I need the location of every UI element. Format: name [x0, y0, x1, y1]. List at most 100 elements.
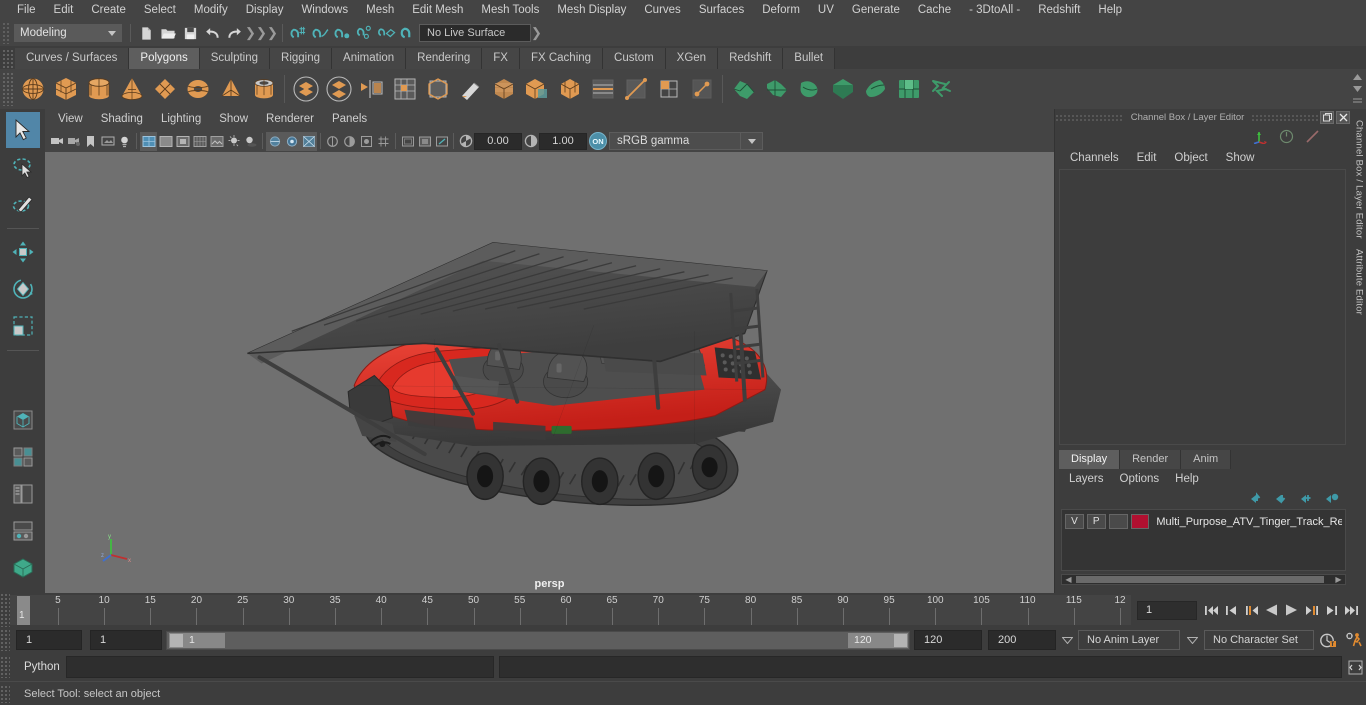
smooth-shade-selected-icon[interactable] [174, 132, 191, 151]
reduce-icon[interactable] [553, 72, 586, 106]
menu-mesh[interactable]: Mesh [357, 0, 403, 20]
save-scene-icon[interactable] [179, 22, 201, 44]
bookmarks-icon[interactable] [82, 132, 99, 151]
color-management-toggle[interactable]: ON [587, 132, 609, 151]
shelf-tab-custom[interactable]: Custom [603, 48, 666, 69]
unfold-uv-icon[interactable] [859, 72, 892, 106]
menu-surfaces[interactable]: Surfaces [690, 0, 753, 20]
poly-cone-icon[interactable] [115, 72, 148, 106]
script-editor-icon[interactable] [1344, 660, 1366, 675]
use-all-lights-icon[interactable] [225, 132, 242, 151]
viewport-menu-show[interactable]: Show [210, 110, 257, 129]
command-input-field[interactable] [66, 656, 494, 678]
shelf-tab-sculpting[interactable]: Sculpting [199, 48, 271, 69]
shelf-icons-grip[interactable] [2, 72, 13, 106]
shelf-tab-redshift[interactable]: Redshift [718, 48, 784, 69]
step-back-frame-icon[interactable] [1223, 600, 1240, 620]
gamma-field[interactable]: 1.00 [539, 132, 587, 150]
layout-single-icon[interactable] [6, 402, 40, 438]
insert-edge-loop-icon[interactable] [586, 72, 619, 106]
selection-mask-object-icon[interactable]: ❯ [256, 23, 267, 43]
image-plane-icon[interactable] [99, 132, 116, 151]
auto-uv-icon[interactable] [760, 72, 793, 106]
menu-3dtoall[interactable]: - 3DtoAll - [960, 0, 1029, 20]
target-weld-icon[interactable] [685, 72, 718, 106]
playback-start-field[interactable]: 1 [90, 630, 162, 650]
new-layer-from-selected-icon[interactable] [1325, 492, 1340, 504]
shelf-grip[interactable] [2, 49, 13, 69]
menu-set-dropdown-arrow[interactable] [102, 24, 122, 42]
menu-cache[interactable]: Cache [909, 0, 960, 20]
slash-icon[interactable] [1305, 129, 1320, 144]
layer-menu-layers[interactable]: Layers [1061, 470, 1112, 488]
move-tool[interactable] [6, 234, 40, 270]
go-to-start-icon[interactable] [1203, 600, 1220, 620]
layer-shading-toggle[interactable] [1108, 514, 1128, 529]
exposure-field[interactable]: 0.00 [474, 132, 522, 150]
xray-joints-icon[interactable] [283, 131, 300, 151]
lasso-select-tool[interactable] [6, 149, 40, 185]
smooth-shade-all-icon[interactable] [157, 132, 174, 151]
xray-active-components-icon[interactable] [300, 131, 317, 151]
rotate-tool[interactable] [6, 271, 40, 307]
scroll-left-arrow[interactable]: ◀ [1063, 575, 1074, 584]
shelf-tab-fx-caching[interactable]: FX Caching [519, 48, 604, 69]
viewport-menu-lighting[interactable]: Lighting [152, 110, 210, 129]
viewport-menu-view[interactable]: View [49, 110, 92, 129]
time-slider-grip[interactable] [0, 593, 10, 627]
speed-icon[interactable] [1279, 129, 1294, 144]
mirror-icon[interactable] [355, 72, 388, 106]
menu-create[interactable]: Create [82, 0, 135, 20]
playback-end-field[interactable]: 120 [914, 630, 982, 650]
planar-uv-icon[interactable] [826, 72, 859, 106]
menu-deform[interactable]: Deform [753, 0, 809, 20]
range-dropdown-arrow[interactable] [1056, 636, 1078, 644]
selection-mask-hierarchy-icon[interactable]: ❯ [245, 23, 256, 43]
menu-help[interactable]: Help [1089, 0, 1131, 20]
sidetab-attribute-editor[interactable]: Attribute Editor [1354, 244, 1365, 320]
poly-sphere-icon[interactable] [16, 72, 49, 106]
menu-uv[interactable]: UV [809, 0, 843, 20]
poly-torus-icon[interactable] [181, 72, 214, 106]
make-live-icon[interactable] [397, 22, 419, 44]
channel-box-menu-edit[interactable]: Edit [1128, 148, 1166, 168]
menu-edit-mesh[interactable]: Edit Mesh [403, 0, 472, 20]
panel-close-button[interactable] [1336, 110, 1351, 124]
new-scene-icon[interactable] [135, 22, 157, 44]
auto-key-icon[interactable] [1314, 632, 1340, 649]
menu-file[interactable]: File [8, 0, 45, 20]
scroll-right-arrow[interactable]: ▶ [1333, 575, 1344, 584]
layer-name[interactable]: Multi_Purpose_ATV_Tinger_Track_Re [1156, 516, 1342, 528]
layout-four-view-icon[interactable] [6, 439, 40, 475]
menu-set-selector[interactable]: Modeling [14, 24, 102, 42]
shadows-icon[interactable] [242, 132, 259, 151]
range-slider-grip[interactable] [0, 629, 10, 651]
range-handle-left[interactable] [170, 633, 183, 647]
gate-mask-icon[interactable] [433, 132, 450, 151]
channel-box-menu-channels[interactable]: Channels [1061, 148, 1128, 168]
layout-hypershade-icon[interactable] [6, 513, 40, 549]
panel-undock-button[interactable] [1320, 110, 1335, 124]
resolution-gate-icon[interactable] [416, 132, 433, 151]
shelf-tab-curves-surfaces[interactable]: Curves / Surfaces [15, 48, 130, 69]
viewport-menu-panels[interactable]: Panels [323, 110, 376, 129]
quad-draw-icon[interactable] [652, 72, 685, 106]
shelf-tab-rendering[interactable]: Rendering [406, 48, 483, 69]
shelf-tab-polygons[interactable]: Polygons [129, 48, 200, 69]
move-layer-down-icon[interactable] [1275, 492, 1290, 504]
snap-view-plane-icon[interactable] [375, 22, 397, 44]
poly-cylinder-icon[interactable] [82, 72, 115, 106]
live-surface-field[interactable]: No Live Surface [419, 24, 531, 42]
command-line-grip[interactable] [0, 656, 10, 678]
selection-mask-component-icon[interactable]: ❯ [267, 23, 278, 43]
menu-select[interactable]: Select [135, 0, 185, 20]
layer-tab-display[interactable]: Display [1059, 450, 1121, 469]
snap-curve-icon[interactable] [309, 22, 331, 44]
poly-pyramid-icon[interactable] [214, 72, 247, 106]
exposure-icon[interactable] [457, 132, 474, 151]
shelf-tab-fx[interactable]: FX [482, 48, 520, 69]
layer-tab-anim[interactable]: Anim [1181, 450, 1232, 469]
xray-icon[interactable] [266, 131, 283, 151]
layer-menu-options[interactable]: Options [1112, 470, 1168, 488]
multi-cut-icon[interactable] [619, 72, 652, 106]
